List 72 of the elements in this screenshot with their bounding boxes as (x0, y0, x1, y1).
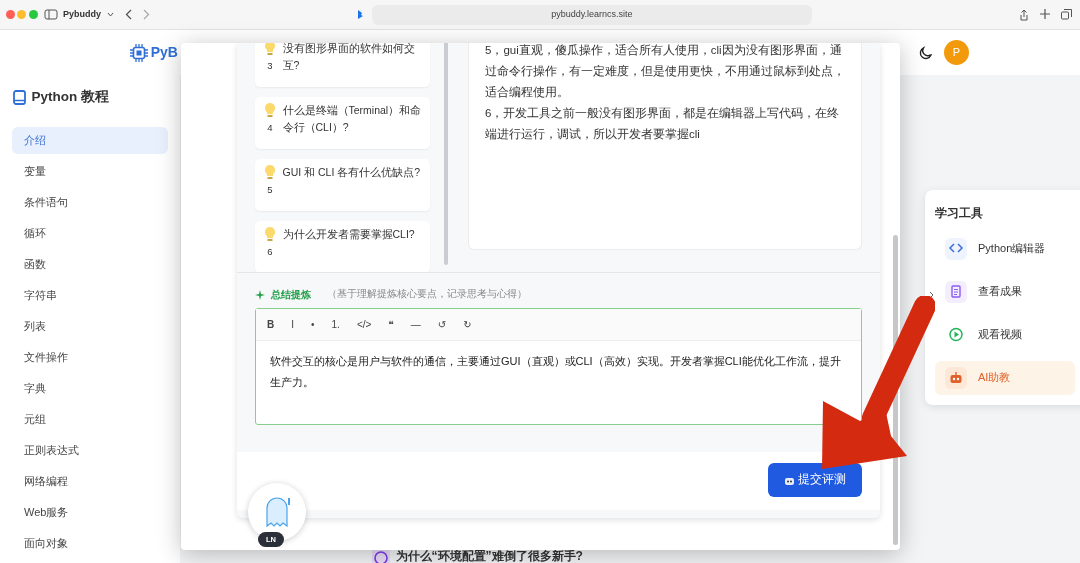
moon-icon[interactable] (919, 45, 933, 60)
toolbar-button[interactable]: ↻ (456, 316, 479, 332)
sidebar-item[interactable]: 条件语句 (12, 189, 168, 217)
tab-group-title[interactable]: Pybuddy (63, 7, 101, 22)
sidebar-item[interactable]: 介绍 (12, 127, 168, 155)
play-icon (948, 327, 964, 342)
sidebar-item[interactable]: 函数 (12, 251, 168, 279)
address-bar[interactable]: pybuddy.learncs.site (371, 4, 812, 25)
toolbar-button[interactable]: ❝ (381, 316, 401, 332)
lightbulb-icon (263, 226, 277, 242)
answer-text: 6，开发工具之前一般没有图形界面，都是在编辑器上写代码，在终端进行运行，调试，所以开发者要掌握cli (485, 106, 841, 142)
toolbar-button[interactable]: 1. (324, 316, 347, 332)
panel-title: 学习工具 (935, 205, 984, 222)
question-text: GUI 和 CLI 各有什么优缺点? (282, 165, 422, 180)
tool-item[interactable]: Python编辑器 (935, 231, 1075, 266)
sidebar-item[interactable]: 正则表达式 (12, 437, 168, 465)
new-tab-icon[interactable] (1039, 8, 1050, 19)
sidebar-item[interactable]: 字符串 (12, 282, 168, 310)
toolbar-button[interactable]: B (260, 316, 282, 332)
sparkle-icon (255, 289, 265, 300)
question-card[interactable]: 6 为什么开发者需要掌握CLI? (255, 221, 430, 272)
share-icon[interactable] (1018, 8, 1029, 21)
sidebar-item[interactable]: 元组 (12, 406, 168, 434)
question-text: 没有图形界面的软件如何交互? (282, 43, 416, 73)
tabs-overview-icon[interactable] (1060, 8, 1072, 20)
sidebar-toggle-icon[interactable] (43, 9, 58, 20)
lightbulb-icon (263, 102, 277, 118)
toolbar-button[interactable]: </> (349, 316, 379, 332)
scrollbar-thumb[interactable] (444, 43, 448, 265)
question-number: 5 (267, 183, 273, 197)
section-hint: （基于理解提炼核心要点，记录思考与心得） (327, 287, 527, 302)
sidebar-item[interactable]: 变量 (12, 158, 168, 186)
sidebar-item[interactable]: 文件操作 (12, 344, 168, 372)
question-text: 什么是终端（Terminal）和命令行（CLI）? (282, 103, 422, 135)
lightbulb-icon (263, 164, 277, 180)
scrollbar-thumb[interactable] (893, 235, 898, 545)
question-number: 4 (267, 121, 273, 135)
question-card[interactable]: 5 GUI 和 CLI 各有什么优缺点? (255, 159, 430, 211)
text-editor[interactable]: B I • 1. </> ❝ — ↺ ↻ 软件交互的核心是用户与软件的通信，主要通过GUI（直观）或CLI（高效）实现。开发者掌握CLI能优化工作流，提升生产力。 (255, 307, 862, 425)
sidebar-item[interactable]: 网络编程 (12, 468, 168, 496)
book-icon (13, 89, 26, 105)
sidebar-item[interactable]: 循环 (12, 220, 168, 248)
question-card[interactable]: 3 没有图形界面的软件如何交互? (255, 43, 430, 87)
editor-text[interactable]: 软件交互的核心是用户与软件的通信，主要通过GUI（直观）或CLI（高效）实现。开发者掌握CLI能优化工作流，提升生产力。 (256, 340, 861, 403)
answer-text: 5，gui直观，傻瓜操作，适合所有人使用，cli因为没有图形界面，通过命令行操作，有一定难度，但是使用更快，不用通过鼠标到处点，适合编程使用。 (485, 43, 845, 100)
toolbar-button[interactable]: ↺ (430, 316, 454, 332)
tool-item[interactable]: 观看视频 (935, 317, 1075, 352)
chip-icon[interactable] (130, 43, 148, 62)
chevron-right-icon[interactable] (929, 291, 934, 299)
sidebar-item[interactable]: 面向对象 (12, 530, 168, 558)
sidebar-item[interactable]: 列表 (12, 313, 168, 341)
logo-text[interactable]: PyB (150, 42, 178, 63)
sidebar-item[interactable]: Web服务 (12, 499, 168, 527)
robot-icon (948, 370, 964, 385)
toolbar-button[interactable]: • (304, 316, 322, 332)
document-icon (948, 284, 964, 299)
sidebar-item[interactable]: 字典 (12, 375, 168, 403)
forward-icon[interactable] (142, 9, 150, 20)
question-number: 6 (267, 245, 273, 259)
question-card[interactable]: 4 什么是终端（Terminal）和命令行（CLI）? (255, 97, 430, 149)
sidebar-title: Python 教程 (31, 88, 109, 106)
back-icon[interactable] (124, 9, 132, 20)
question-number: 3 (267, 59, 273, 73)
submit-button[interactable]: 提交评测 (768, 463, 862, 497)
question-title: 为什么“环境配置”难倒了很多新手? (395, 548, 583, 563)
question-text: 为什么开发者需要掌握CLI? (282, 227, 416, 242)
lightbulb-icon (263, 43, 277, 56)
toolbar-button[interactable]: I (284, 316, 301, 332)
chevron-down-icon[interactable] (106, 12, 114, 17)
tool-item[interactable]: 查看成果 (935, 274, 1075, 309)
section-label: 总结提炼 (270, 288, 311, 302)
toolbar-button[interactable]: — (403, 316, 428, 332)
